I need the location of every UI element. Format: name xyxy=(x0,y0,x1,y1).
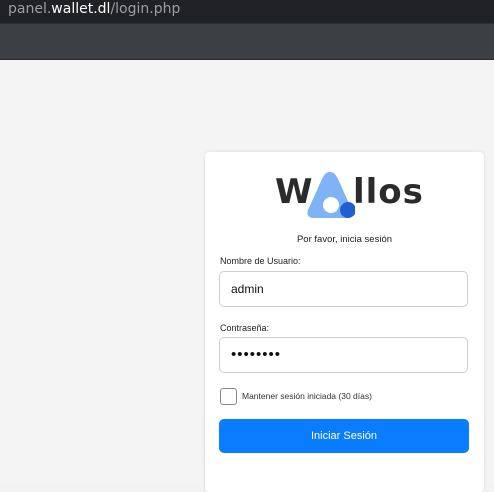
logo-a-icon xyxy=(307,172,355,218)
url-path: /login.php xyxy=(110,1,181,17)
password-input[interactable]: •••••••• xyxy=(219,337,468,373)
url-prefix: panel. xyxy=(8,1,52,17)
remember-me-checkbox[interactable] xyxy=(220,388,237,405)
username-input[interactable]: admin xyxy=(219,271,468,307)
browser-toolbar xyxy=(0,24,494,60)
remember-me-label[interactable]: Mantener sesión iniciada (30 días) xyxy=(242,391,372,401)
address-bar[interactable]: panel.wallet.dl/login.php xyxy=(0,0,494,24)
login-subtitle: Por favor, inicia sesión xyxy=(296,234,393,245)
username-label: Nombre de Usuario: xyxy=(220,256,301,266)
password-label: Contraseña: xyxy=(220,323,270,333)
logo-text-right: llos xyxy=(353,172,424,212)
url-text[interactable]: panel.wallet.dl/login.php xyxy=(8,0,180,19)
login-button[interactable]: Iniciar Sesión xyxy=(219,419,469,453)
url-host: wallet.dl xyxy=(51,1,111,17)
wallos-logo: W llos xyxy=(275,170,423,220)
login-card: W llos Por favor, inicia sesión Nombre d… xyxy=(205,152,484,492)
